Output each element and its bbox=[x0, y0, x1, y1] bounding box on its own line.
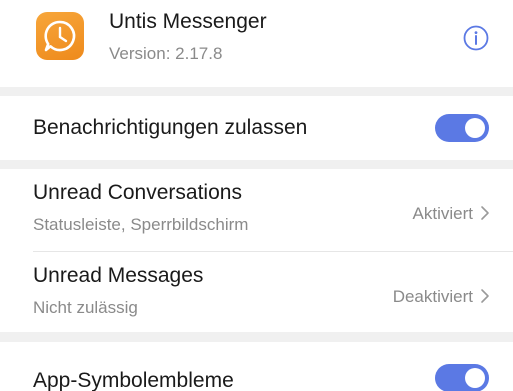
channel-status: Deaktiviert bbox=[392, 287, 473, 306]
allow-notifications-toggle[interactable] bbox=[435, 114, 489, 142]
section-gap bbox=[0, 160, 513, 169]
app-version: Version: 2.17.8 bbox=[109, 44, 223, 63]
app-name: Untis Messenger bbox=[109, 10, 267, 33]
toggle-knob bbox=[465, 368, 485, 388]
channel-subtitle: Statusleiste, Sperrbildschirm bbox=[33, 215, 249, 234]
channel-unread-conversations[interactable]: Unread Conversations Statusleiste, Sperr… bbox=[0, 169, 513, 251]
app-badges-label: App-Symbolembleme bbox=[33, 369, 234, 391]
channel-status: Aktiviert bbox=[412, 204, 473, 223]
allow-notifications-row[interactable]: Benachrichtigungen zulassen bbox=[0, 96, 513, 160]
chevron-right-icon bbox=[481, 206, 489, 220]
section-gap bbox=[0, 87, 513, 96]
section-gap bbox=[0, 332, 513, 342]
channel-title: Unread Messages bbox=[33, 264, 204, 287]
chevron-right-icon bbox=[481, 289, 489, 303]
app-header: Untis Messenger Version: 2.17.8 bbox=[0, 0, 513, 87]
allow-notifications-label: Benachrichtigungen zulassen bbox=[33, 116, 308, 139]
channel-subtitle: Nicht zulässig bbox=[33, 298, 138, 317]
toggle-knob bbox=[465, 118, 485, 138]
info-icon bbox=[463, 25, 489, 51]
channel-title: Unread Conversations bbox=[33, 181, 242, 204]
channel-unread-messages[interactable]: Unread Messages Nicht zulässig Deaktivie… bbox=[0, 252, 513, 332]
info-button[interactable] bbox=[463, 25, 489, 51]
untis-messenger-app-icon bbox=[36, 12, 84, 60]
clock-icon bbox=[44, 20, 76, 52]
app-badges-row[interactable]: App-Symbolembleme bbox=[0, 342, 513, 391]
app-badges-toggle[interactable] bbox=[435, 364, 489, 391]
